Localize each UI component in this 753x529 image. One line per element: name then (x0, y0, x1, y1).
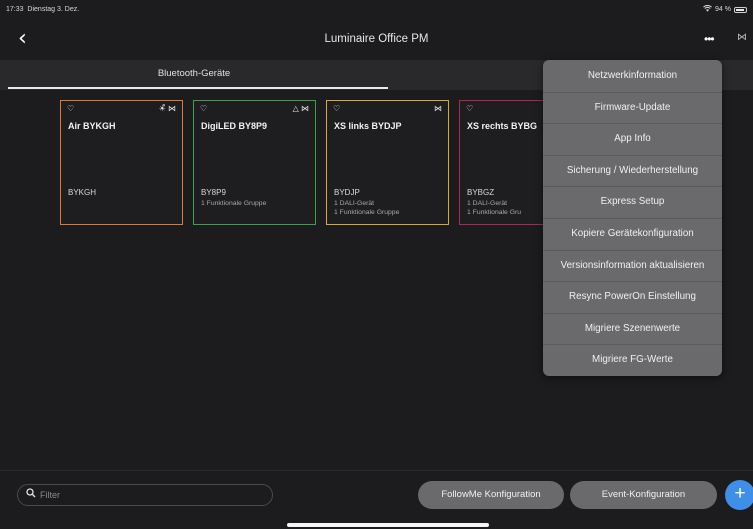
page-title: Luminaire Office PM (324, 33, 429, 45)
card-code: BYBGZ (467, 188, 495, 197)
event-config-button[interactable]: Event-Konfiguration (570, 481, 717, 509)
status-icons: ☀̊ ⋈ (158, 104, 176, 113)
options-menu: Netzwerkinformation Firmware-Update App … (543, 60, 722, 376)
add-button[interactable]: + (725, 480, 753, 510)
menu-item-migriere-fg-werte[interactable]: Migriere FG-Werte (543, 344, 722, 376)
menu-item-resync-poweron[interactable]: Resync PowerOn Einstellung (543, 281, 722, 313)
menu-item-kopiere-konfiguration[interactable]: Kopiere Gerätekonfiguration (543, 218, 722, 250)
filter-field[interactable] (17, 484, 273, 506)
menu-item-app-info[interactable]: App Info (543, 123, 722, 155)
bottom-toolbar: FollowMe Konfiguration Event-Konfigurati… (0, 470, 753, 529)
shield-icon: ♡ (466, 104, 474, 113)
card-name: XS links BYDJP (334, 121, 402, 131)
navigation-bar: ‹ Luminaire Office PM ••• ⋈ (0, 20, 753, 60)
card-name: DigiLED BY8P9 (201, 121, 268, 131)
status-icons: △ ⋈ (292, 104, 309, 113)
device-card-xs-links-bydjp[interactable]: ♡ ⋈ XS links BYDJP BYDJP 1 DALI-Gerät 1 … (326, 100, 449, 225)
menu-item-firmware-update[interactable]: Firmware-Update (543, 92, 722, 124)
card-line-1: 1 Funktionale Gruppe (201, 200, 267, 207)
home-indicator[interactable] (287, 523, 489, 527)
battery-fill (736, 8, 745, 11)
card-line-1: 1 DALI-Gerät (334, 200, 375, 207)
card-code: BYDJP (334, 188, 360, 197)
menu-item-migriere-szenenwerte[interactable]: Migriere Szenenwerte (543, 313, 722, 345)
status-bar: 17:33 Dienstag 3. Dez. 94 % (0, 0, 753, 20)
filter-input[interactable] (40, 485, 268, 505)
tab-underline (8, 87, 388, 89)
menu-item-versionsinformation[interactable]: Versionsinformation aktualisieren (543, 250, 722, 282)
wifi-icon (703, 5, 712, 14)
card-code: BY8P9 (201, 188, 226, 197)
followme-config-button[interactable]: FollowMe Konfiguration (418, 481, 564, 509)
device-card-air-bykgh[interactable]: ♡ ☀̊ ⋈ Air BYKGH BYKGH (60, 100, 183, 225)
menu-item-sicherung[interactable]: Sicherung / Wiederherstellung (543, 155, 722, 187)
battery-percent: 94 % (715, 6, 731, 13)
shield-icon: ♡ (200, 104, 208, 113)
status-right: 94 % (703, 5, 747, 14)
menu-item-express-setup[interactable]: Express Setup (543, 186, 722, 218)
more-button[interactable]: ••• (704, 32, 715, 46)
shield-icon: ♡ (67, 104, 75, 113)
card-code: BYKGH (68, 188, 97, 197)
tab-bluetooth-devices[interactable]: Bluetooth-Geräte (0, 60, 388, 90)
card-line-1: 1 DALI-Gerät (467, 200, 508, 207)
status-icons: ⋈ (434, 104, 442, 113)
card-name: Air BYKGH (68, 121, 116, 131)
card-icons: ♡ ⋈ (333, 104, 442, 114)
shield-icon: ♡ (333, 104, 341, 113)
card-icons: ♡ ☀̊ ⋈ (67, 104, 176, 114)
battery-icon (734, 6, 747, 13)
card-name: XS rechts BYBG (467, 121, 538, 131)
nfc-icon[interactable]: ⋈ (737, 32, 747, 43)
card-icons: ♡ △ ⋈ (200, 104, 309, 114)
status-time: 17:33 Dienstag 3. Dez. (6, 6, 80, 13)
card-line-2: 1 Funktionale Gruppe (334, 209, 400, 216)
device-card-digiled-by8p9[interactable]: ♡ △ ⋈ DigiLED BY8P9 BY8P9 1 Funktionale … (193, 100, 316, 225)
menu-item-netzwerkinformation[interactable]: Netzwerkinformation (543, 60, 722, 92)
search-icon (26, 488, 36, 501)
card-line-2: 1 Funktionale Gru (467, 209, 522, 216)
